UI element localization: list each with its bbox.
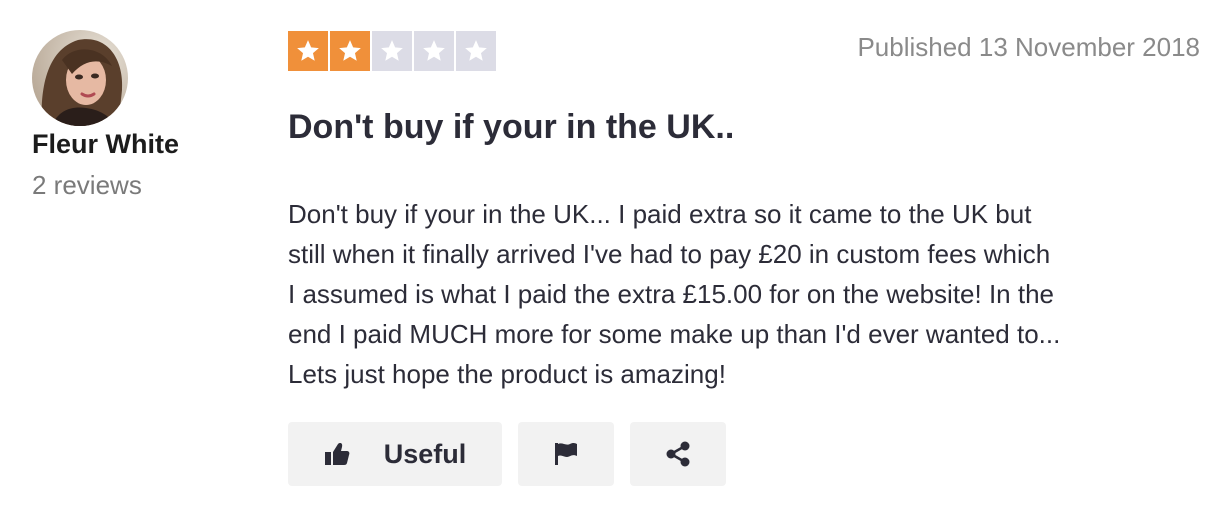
report-button[interactable] bbox=[518, 422, 614, 486]
review-body-line: end I paid MUCH more for some make up th… bbox=[288, 319, 1061, 349]
published-date: Published 13 November 2018 bbox=[857, 32, 1200, 62]
star-empty-icon bbox=[414, 31, 454, 71]
review-body: Don't buy if your in the UK... I paid ex… bbox=[288, 194, 1208, 394]
review-body-line: still when it finally arrived I've had t… bbox=[288, 239, 1051, 269]
star-empty-icon bbox=[372, 31, 412, 71]
useful-label: Useful bbox=[383, 438, 467, 469]
star-empty-icon bbox=[456, 31, 496, 71]
share-button[interactable] bbox=[630, 422, 726, 486]
flag-icon bbox=[553, 442, 579, 466]
review-title[interactable]: Don't buy if your in the UK.. bbox=[288, 108, 734, 147]
share-icon bbox=[664, 440, 692, 468]
star-rating bbox=[288, 31, 496, 71]
review-body-line: I assumed is what I paid the extra £15.0… bbox=[288, 279, 1055, 309]
star-filled-icon bbox=[288, 31, 328, 71]
thumbs-up-icon bbox=[324, 442, 350, 466]
review-count: 2 reviews bbox=[32, 170, 142, 200]
review-body-line: Lets just hope the product is amazing! bbox=[288, 359, 726, 389]
reviewer-name[interactable]: Fleur White bbox=[32, 129, 179, 160]
star-filled-icon bbox=[330, 31, 370, 71]
reviewer-avatar[interactable] bbox=[32, 30, 128, 126]
review-body-line: Don't buy if your in the UK... I paid ex… bbox=[288, 199, 1032, 229]
useful-button[interactable]: Useful bbox=[288, 422, 502, 486]
